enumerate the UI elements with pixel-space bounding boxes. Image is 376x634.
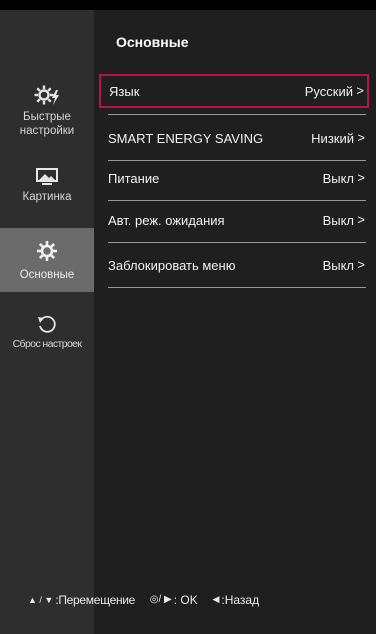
gear-icon bbox=[37, 241, 57, 261]
chevron-right-icon: > bbox=[356, 83, 364, 98]
setting-value: Русский bbox=[304, 84, 353, 99]
sidebar-item-quick-settings[interactable]: Быстрые настройки bbox=[0, 84, 94, 146]
ok-button-icon: ◎/ ▶ bbox=[149, 594, 172, 606]
divider bbox=[108, 242, 366, 243]
setting-value: Выкл bbox=[322, 258, 354, 273]
footer-hints: ▲ / ▼:Перемещение ◎/ ▶: OK ◀:Назад bbox=[28, 592, 282, 607]
ok-hint-label: : OK bbox=[173, 592, 198, 607]
sidebar-item-label: Быстрые настройки bbox=[19, 111, 75, 137]
divider bbox=[108, 114, 366, 115]
back-arrow-icon: ◀ bbox=[212, 594, 220, 605]
chevron-right-icon: > bbox=[357, 130, 365, 145]
sidebar: Быстрые настройки Картинка Основные Сбро… bbox=[0, 10, 94, 634]
setting-value: Выкл bbox=[322, 213, 354, 228]
osd-screen: Быстрые настройки Картинка Основные Сбро… bbox=[0, 0, 376, 634]
setting-label: SMART ENERGY SAVING bbox=[108, 131, 264, 146]
setting-row-menu-lock[interactable]: Заблокировать меню Выкл > bbox=[100, 250, 368, 284]
sidebar-item-general[interactable]: Основные bbox=[0, 228, 94, 292]
setting-row-power[interactable]: Питание Выкл > bbox=[100, 163, 368, 197]
setting-value: Выкл bbox=[322, 171, 354, 186]
divider bbox=[108, 287, 366, 288]
sidebar-item-label: Картинка bbox=[22, 191, 72, 203]
chevron-right-icon: > bbox=[357, 212, 365, 227]
quick-settings-icon bbox=[34, 85, 59, 105]
picture-icon bbox=[36, 168, 58, 185]
up-down-arrows-icon: ▲ / ▼ bbox=[28, 594, 54, 605]
chevron-right-icon: > bbox=[357, 170, 365, 185]
chevron-right-icon: > bbox=[357, 257, 365, 272]
setting-row-auto-standby[interactable]: Авт. реж. ожидания Выкл > bbox=[100, 205, 368, 239]
sidebar-item-label: Сброс настроек bbox=[12, 338, 82, 350]
move-hint-label: :Перемещение bbox=[55, 592, 136, 607]
divider bbox=[108, 160, 366, 161]
setting-label: Заблокировать меню bbox=[108, 258, 236, 273]
setting-label: Питание bbox=[108, 171, 160, 186]
sidebar-item-picture[interactable]: Картинка bbox=[0, 168, 94, 216]
main-panel: Основные Язык Русский > SMART ENERGY SAV… bbox=[94, 10, 376, 634]
setting-row-smart-energy-saving[interactable]: SMART ENERGY SAVING Низкий > bbox=[100, 123, 368, 157]
setting-label: Язык bbox=[109, 84, 140, 99]
back-hint-label: :Назад bbox=[221, 592, 260, 607]
sidebar-item-reset[interactable]: Сброс настроек bbox=[0, 314, 94, 364]
divider bbox=[108, 200, 366, 201]
page-title: Основные bbox=[116, 34, 189, 50]
reset-icon bbox=[38, 315, 56, 333]
setting-label: Авт. реж. ожидания bbox=[108, 213, 225, 228]
setting-row-language[interactable]: Язык Русский > bbox=[99, 74, 369, 108]
setting-value: Низкий bbox=[311, 131, 354, 146]
sidebar-item-label: Основные bbox=[19, 269, 75, 281]
